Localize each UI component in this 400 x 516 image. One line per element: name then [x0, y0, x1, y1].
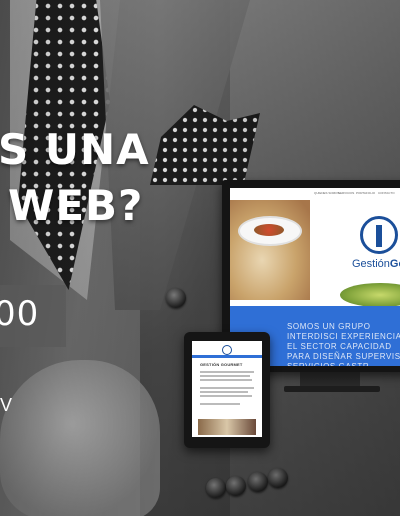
mock-nav-item: CONTACTO [378, 191, 395, 195]
mock-nav-item: QUIENES SOMOS [314, 191, 340, 195]
logo-prefix: Gestión [352, 258, 390, 270]
tablet-text-line [200, 371, 254, 373]
tablet-text-line [200, 391, 248, 393]
headline: S UNA WEB? [0, 122, 150, 234]
tablet-text-line [200, 379, 252, 381]
tablet-text-line [200, 375, 250, 377]
mock-nav-item: PORTAFOLIO [356, 191, 376, 195]
logo-wordmark: GestiónGou [352, 258, 400, 270]
logo-mark-icon [360, 216, 398, 254]
salad-image [340, 283, 400, 307]
food-photo [230, 200, 310, 300]
headline-line-1: S UNA [0, 125, 150, 174]
brand-logo: GestiónGou [350, 216, 400, 276]
mock-nav: QUIENES SOMOS SERVICIOS PORTAFOLIO CONTA… [230, 188, 400, 198]
side-text-fragment: V [0, 395, 13, 415]
hero-banner: S UNA WEB? 00 V QUIENES SOMOS SERVICIOS … [0, 0, 400, 516]
tablet-chefs-photo [198, 419, 256, 435]
mock-nav-item: SERVICIOS [338, 191, 355, 195]
tablet-nav-bar [192, 355, 262, 358]
tablet-screen: GESTIÓN GOURMET [192, 341, 262, 437]
tablet-title: GESTIÓN GOURMET [200, 362, 243, 367]
monitor-stand-base [284, 386, 380, 392]
plate-image [240, 218, 300, 244]
headline-line-2: WEB? [8, 181, 144, 230]
tablet-text-line [200, 403, 240, 405]
tablet-mockup: GESTIÓN GOURMET [184, 332, 270, 448]
mock-band-text: SOMOS UN GRUPO INTERDISCI EXPERIENCIA EN… [287, 322, 400, 366]
tablet-text-line [200, 395, 252, 397]
logo-suffix: Gou [389, 258, 400, 270]
tablet-text-line [200, 387, 254, 389]
price-value: 00 [0, 294, 40, 334]
tablet-logo-icon [222, 345, 232, 355]
